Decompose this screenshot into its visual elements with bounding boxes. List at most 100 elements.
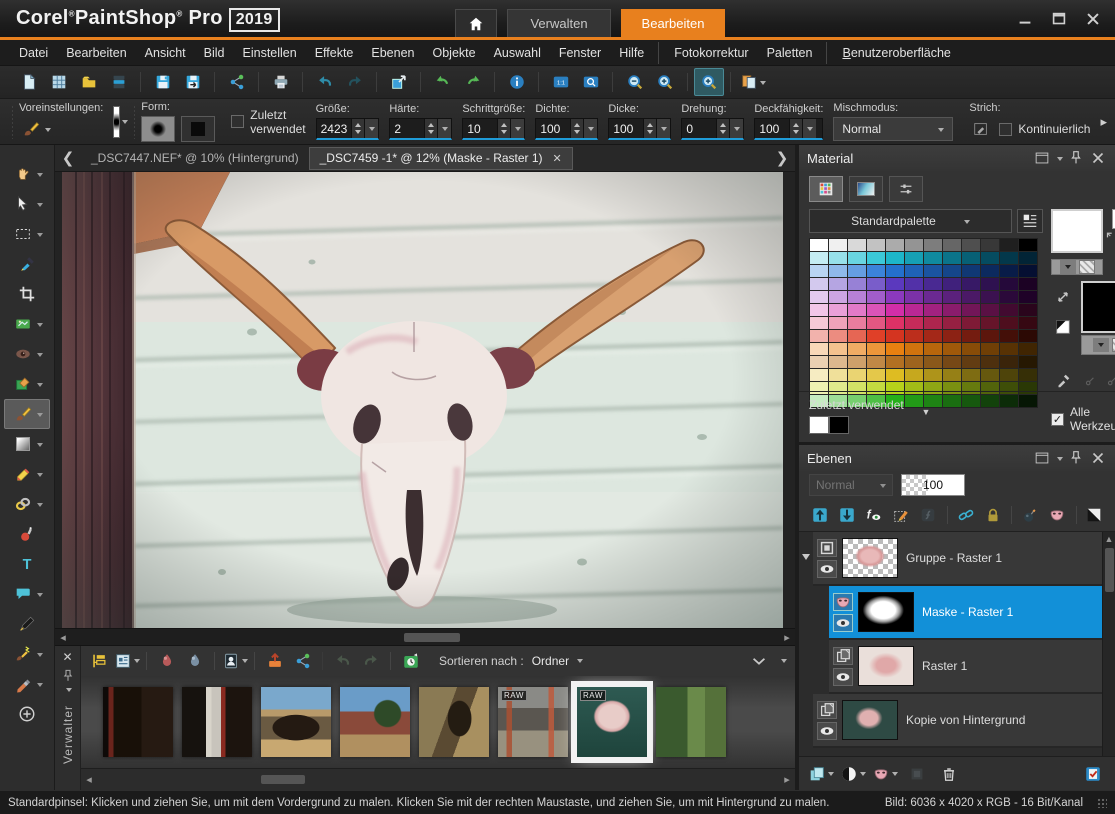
palette-swatch[interactable] [1000, 239, 1018, 251]
rotate-left-button[interactable] [428, 68, 458, 96]
spinner-arrows[interactable] [716, 119, 729, 138]
home-button[interactable] [455, 9, 497, 37]
palette-swatch[interactable] [867, 291, 885, 303]
menu-item[interactable]: Ansicht [136, 42, 195, 64]
palette-swatch[interactable] [1000, 369, 1018, 381]
soft-tip-button[interactable] [141, 116, 175, 142]
palette-swatch[interactable] [962, 252, 980, 264]
palette-swatch[interactable] [962, 330, 980, 342]
script-button[interactable] [916, 502, 941, 528]
save-as-button[interactable] [178, 68, 208, 96]
palette-swatch[interactable] [924, 369, 942, 381]
palette-swatch[interactable] [1000, 317, 1018, 329]
menu-item[interactable]: Bearbeiten [57, 42, 135, 64]
foreground-texture-button[interactable] [1079, 260, 1095, 274]
palette-swatch[interactable] [1019, 304, 1037, 316]
recent-color-white[interactable] [809, 416, 829, 434]
maximize-button[interactable] [1047, 8, 1071, 30]
tab-verwalten[interactable]: Verwalten [507, 9, 611, 37]
spinner-slider-button[interactable] [510, 119, 524, 138]
panel-menu-caret[interactable] [1057, 457, 1063, 464]
menu-item[interactable]: Ebenen [362, 42, 423, 64]
minimize-button[interactable] [1013, 8, 1037, 30]
edit-selection-toggle[interactable] [1079, 761, 1107, 787]
spinner-slider-button[interactable] [802, 119, 816, 138]
palette-swatch[interactable] [886, 265, 904, 277]
spinner-value[interactable]: 100 [536, 119, 570, 138]
menu-item[interactable]: Einstellen [234, 42, 306, 64]
menu-item[interactable]: Bild [195, 42, 234, 64]
palette-swatch[interactable] [848, 304, 866, 316]
palette-swatch[interactable] [810, 369, 828, 381]
palette-swatch[interactable] [848, 356, 866, 368]
palette-swatch[interactable] [886, 369, 904, 381]
scroll-right-arrow[interactable]: ▸ [779, 631, 795, 644]
continuous-checkbox[interactable] [999, 123, 1012, 136]
share-button[interactable] [222, 68, 252, 96]
palette-swatch[interactable] [867, 304, 885, 316]
sliders-tab[interactable] [889, 176, 923, 202]
text-tool[interactable]: T [4, 549, 50, 579]
duplicate-button[interactable] [738, 68, 768, 96]
layer-name[interactable]: Raster 1 [922, 659, 967, 673]
menu-item[interactable]: Paletten [758, 42, 822, 64]
menu-item[interactable]: Hilfe [610, 42, 653, 64]
palette-swatch[interactable] [886, 330, 904, 342]
panel-pin-icon[interactable] [1067, 449, 1085, 467]
foreground-style-button[interactable] [1060, 260, 1076, 274]
palette-swatch[interactable] [962, 291, 980, 303]
upload-button[interactable] [261, 648, 289, 674]
thumbnail-junkyard[interactable] [419, 687, 489, 757]
document-tab[interactable]: _DSC7447.NEF* @ 10% (Hintergrund) [81, 147, 309, 170]
layer-visibility-icon[interactable] [833, 668, 853, 686]
palette-swatch[interactable] [1019, 317, 1037, 329]
palette-swatch[interactable] [905, 330, 923, 342]
palette-swatch[interactable] [905, 278, 923, 290]
tab-scroll-right[interactable]: ❯ [769, 149, 795, 167]
menu-item[interactable]: Effekte [306, 42, 363, 64]
organizer-undo-button[interactable] [329, 648, 357, 674]
spinner-arrows[interactable] [570, 119, 583, 138]
spinner-value[interactable]: 0 [682, 119, 716, 138]
zoom-out-button[interactable] [620, 68, 650, 96]
palette-swatch[interactable] [1019, 369, 1037, 381]
palette-swatch[interactable] [962, 317, 980, 329]
spinner-arrows[interactable] [643, 119, 656, 138]
palette-swatch[interactable] [981, 369, 999, 381]
palette-swatch[interactable] [829, 343, 847, 355]
preview-mode-button[interactable] [221, 648, 249, 674]
palette-swatch[interactable] [924, 304, 942, 316]
palette-swatch[interactable] [867, 369, 885, 381]
thumbnail-view-button[interactable] [113, 648, 141, 674]
recent-color-black[interactable] [829, 416, 849, 434]
palette-swatch[interactable] [886, 278, 904, 290]
dropper-icon[interactable] [1051, 369, 1075, 393]
thumbnail-gas-station[interactable]: RAW [498, 687, 568, 757]
pan-tool[interactable] [4, 159, 50, 189]
palette-swatch[interactable] [867, 356, 885, 368]
stroke-edit-icon[interactable] [969, 117, 993, 141]
background-color-swatch[interactable] [1081, 281, 1115, 333]
spinner-value[interactable]: 2423 [317, 119, 352, 138]
workspace-button[interactable] [104, 68, 134, 96]
reset-bw-icon[interactable] [1051, 315, 1075, 339]
palette-swatch[interactable] [848, 369, 866, 381]
palette-swatch[interactable] [981, 356, 999, 368]
thumbnail-old-car[interactable] [261, 687, 331, 757]
palette-swatch[interactable] [962, 239, 980, 251]
palette-swatch[interactable] [981, 239, 999, 251]
spinner-arrows[interactable] [789, 119, 802, 138]
close-button[interactable] [1081, 8, 1105, 30]
palette-swatch[interactable] [1019, 239, 1037, 251]
palette-swatch[interactable] [1000, 330, 1018, 342]
layer-blend-mode-dropdown[interactable]: Normal [809, 474, 893, 496]
recently-used-checkbox[interactable] [231, 115, 244, 128]
gradient-tab[interactable] [849, 176, 883, 202]
palette-swatch[interactable] [962, 343, 980, 355]
zoom-selection-button[interactable] [694, 68, 724, 96]
palette-swatch[interactable] [1019, 252, 1037, 264]
art-media-tool[interactable] [4, 669, 50, 699]
move-layer-up-button[interactable] [807, 502, 832, 528]
palette-swatch[interactable] [1000, 343, 1018, 355]
spinner-slider-button[interactable] [583, 119, 597, 138]
